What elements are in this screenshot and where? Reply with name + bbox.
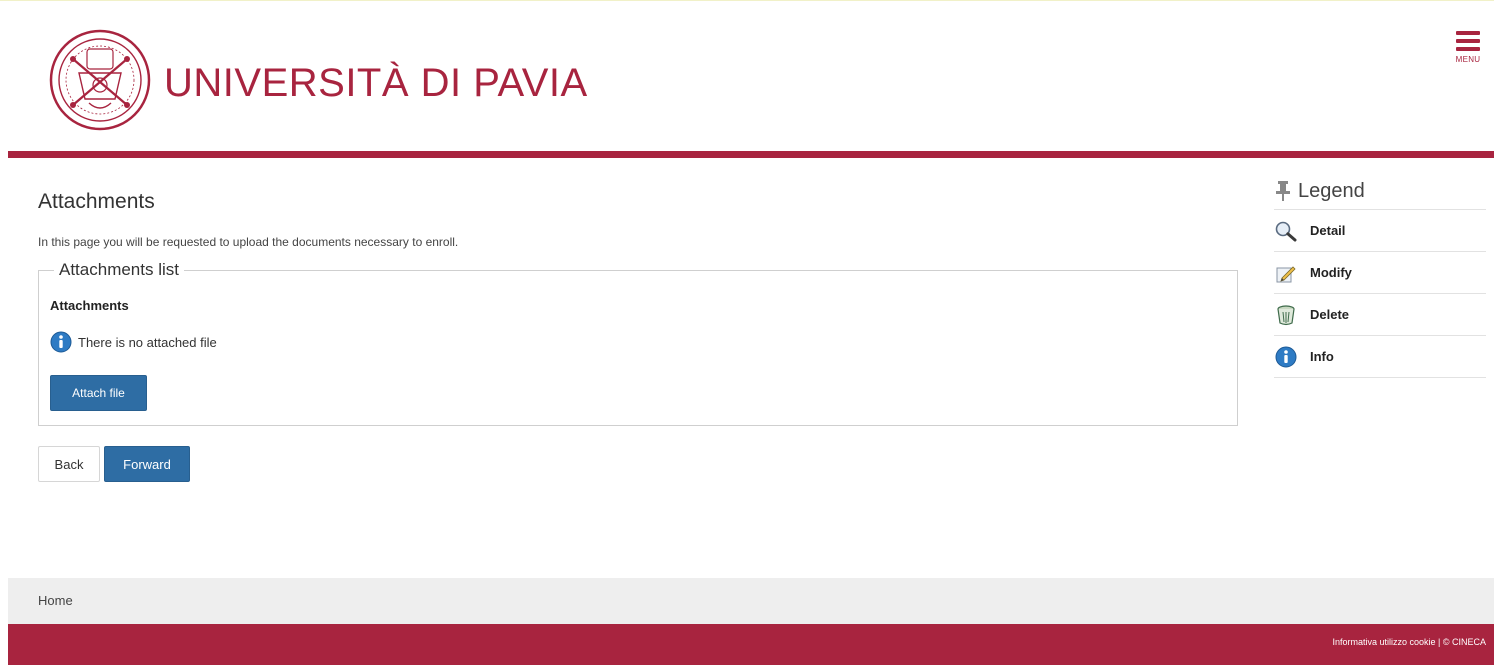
pencil-icon: [1276, 265, 1296, 282]
legend-item-delete: Delete: [1274, 294, 1486, 336]
university-name[interactable]: UNIVERSITÀ DI PAVIA: [164, 59, 588, 107]
trash-icon: [1277, 304, 1295, 325]
info-icon: [1275, 346, 1297, 367]
page-title: Attachments: [38, 190, 155, 213]
legend-label-info: Info: [1310, 349, 1334, 364]
legend-item-detail: Detail: [1274, 210, 1486, 252]
legend-header: Legend: [1274, 173, 1486, 210]
menu-label: MENU: [1455, 55, 1481, 64]
info-icon: [50, 331, 72, 353]
header-divider: [8, 151, 1494, 158]
back-button[interactable]: Back: [38, 446, 100, 482]
attach-file-button[interactable]: Attach file: [50, 375, 147, 411]
page-intro: In this page you will be requested to up…: [38, 235, 459, 249]
site-header: UNIVERSITÀ DI PAVIA MENU: [0, 1, 1494, 151]
footer-links: Informativa utilizzo cookie | © CINECA: [1332, 637, 1486, 647]
footer-breadcrumb-bar: Home: [8, 578, 1494, 624]
menu-button[interactable]: MENU: [1450, 31, 1486, 81]
legend-panel: Legend Detail Modify Delete Info: [1274, 173, 1486, 378]
hamburger-icon: [1456, 31, 1480, 51]
empty-attachments-notice: There is no attached file: [50, 331, 217, 353]
cookie-policy-link[interactable]: Informativa utilizzo cookie: [1332, 637, 1435, 647]
cineca-link[interactable]: © CINECA: [1443, 637, 1486, 647]
legend-label-detail: Detail: [1310, 223, 1346, 238]
forward-button[interactable]: Forward: [104, 446, 190, 482]
legend-title: Legend: [1298, 179, 1365, 202]
legend-item-modify: Modify: [1274, 252, 1486, 294]
fieldset-legend: Attachments list: [54, 260, 184, 280]
attachments-heading: Attachments: [50, 298, 129, 313]
home-link[interactable]: Home: [38, 593, 73, 608]
legend-label-delete: Delete: [1310, 307, 1350, 322]
legend-label-modify: Modify: [1310, 265, 1352, 280]
legend-item-info: Info: [1274, 336, 1486, 378]
pushpin-icon: [1276, 181, 1290, 201]
magnifier-icon: [1275, 221, 1297, 241]
university-seal-logo[interactable]: [49, 29, 151, 131]
attachments-fieldset: Attachments list Attachments There is no…: [38, 260, 1238, 426]
footer-separator: |: [1438, 637, 1441, 647]
footer-bar: Informativa utilizzo cookie | © CINECA: [8, 624, 1494, 665]
empty-attachments-message: There is no attached file: [78, 334, 217, 350]
